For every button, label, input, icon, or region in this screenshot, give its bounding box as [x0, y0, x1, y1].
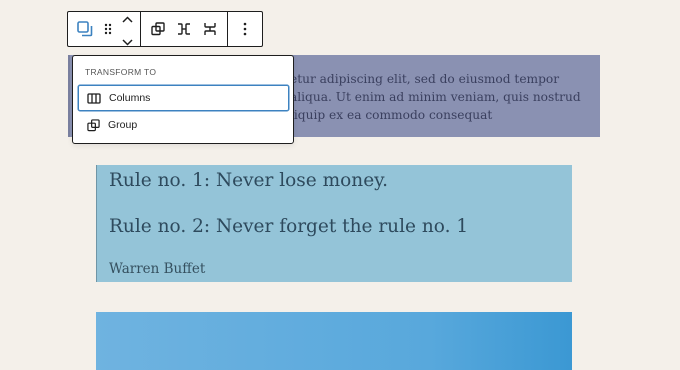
transform-dropdown: TRANSFORM TO Columns Group	[72, 55, 294, 144]
stack-button[interactable]	[197, 12, 223, 46]
cover-block[interactable]	[96, 312, 572, 370]
group-button[interactable]	[145, 12, 171, 46]
columns-icon	[87, 91, 101, 105]
paragraph-line-2: aliqua. Ut enim ad minim veniam, quis no…	[290, 90, 581, 104]
quote-block[interactable]: Rule no. 1: Never lose money. Rule no. 2…	[96, 165, 572, 282]
transform-heading: TRANSFORM TO	[85, 67, 157, 77]
toolbar-group-transforms	[141, 12, 228, 46]
block-toolbar	[67, 11, 263, 47]
group-icon	[86, 118, 100, 132]
move-up-icon[interactable]	[121, 8, 133, 27]
paragraph-line-3: liquip ex ea commodo consequat	[290, 108, 493, 122]
row-button[interactable]	[171, 12, 197, 46]
block-type-button[interactable]	[72, 12, 98, 46]
move-down-icon[interactable]	[121, 31, 133, 50]
drag-handle-button[interactable]	[98, 12, 118, 46]
row-icon	[177, 23, 191, 35]
drag-handle-icon	[104, 23, 112, 35]
more-options-icon	[243, 22, 247, 36]
transform-item-group[interactable]: Group	[78, 112, 289, 138]
transform-item-label: Group	[108, 119, 138, 131]
transform-item-columns[interactable]: Columns	[78, 85, 289, 111]
stack-icon	[204, 22, 216, 36]
transform-item-label: Columns	[109, 92, 151, 104]
toolbar-group-block	[68, 12, 141, 46]
block-mover	[118, 8, 136, 50]
quote-citation: Warren Buffet	[109, 261, 206, 277]
quote-line-1: Rule no. 1: Never lose money.	[109, 170, 389, 191]
more-options-button[interactable]	[232, 12, 258, 46]
group-icon	[151, 22, 165, 36]
paragraph-line-1: etur adipiscing elit, sed do eiusmod tem…	[290, 72, 560, 86]
block-type-icon	[77, 21, 93, 37]
quote-line-2: Rule no. 2: Never forget the rule no. 1	[109, 216, 469, 237]
toolbar-group-options	[228, 12, 262, 46]
